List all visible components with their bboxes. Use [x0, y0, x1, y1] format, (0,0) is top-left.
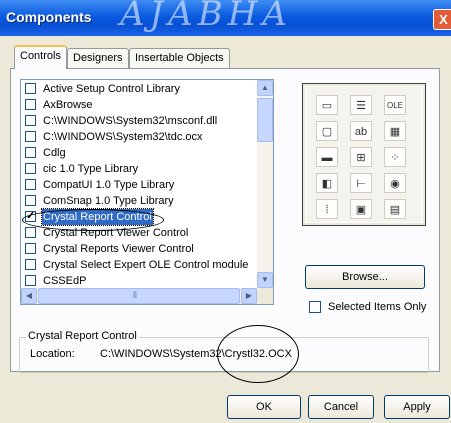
- control-icon-14: ▣: [350, 199, 372, 219]
- watermark-text: AJABHA: [120, 0, 292, 34]
- details-group-title: Crystal Report Control: [26, 330, 139, 342]
- list-item[interactable]: CSSEdP: [21, 273, 257, 289]
- scrollbar-corner: [257, 288, 273, 304]
- checkbox[interactable]: [25, 179, 36, 190]
- control-icon-1: ▭: [316, 95, 338, 115]
- tab-controls[interactable]: Controls: [14, 45, 67, 69]
- components-dialog: AJABHA Components X Controls Designers I…: [0, 0, 451, 423]
- checkbox[interactable]: [25, 99, 36, 110]
- list-item[interactable]: Crystal Reports Viewer Control: [21, 241, 257, 257]
- list-item-label: CompatUI 1.0 Type Library: [43, 179, 175, 191]
- horizontal-scrollbar-thumb[interactable]: ⦀: [38, 288, 240, 304]
- checkbox-box[interactable]: [309, 301, 321, 313]
- list-item[interactable]: AxBrowse: [21, 97, 257, 113]
- list-item-label: Crystal Select Expert OLE Control module: [43, 259, 249, 271]
- checked-checkbox[interactable]: [25, 208, 36, 224]
- scroll-left-button[interactable]: ◀: [21, 288, 37, 304]
- list-item[interactable]: ComSnap 1.0 Type Library: [21, 193, 257, 209]
- checkbox[interactable]: [25, 131, 36, 142]
- control-icon-11: ⊢: [350, 173, 372, 193]
- selected-items-only-label: Selected Items Only: [328, 301, 427, 313]
- grid-icon: ⁘: [384, 147, 406, 167]
- list-item-label: C:\WINDOWS\System32\msconf.dll: [43, 115, 218, 127]
- list-item-label: CSSEdP: [43, 275, 87, 287]
- checkbox[interactable]: [25, 147, 36, 158]
- checkbox[interactable]: [25, 275, 36, 286]
- control-toolbox-preview: ▭ ☰ OLE ▢ ab ▦ ▬ ⊞ ⁘ ◧ ⊢ ◉ ⁞ ▣ ▤: [305, 86, 423, 223]
- checkbox[interactable]: [25, 243, 36, 254]
- tab-designers[interactable]: Designers: [67, 48, 129, 68]
- list-item-label: Crystal Report Control: [41, 208, 154, 226]
- list-item-label: Crystal Report Viewer Control: [43, 227, 189, 239]
- list-item-label: AxBrowse: [43, 99, 93, 111]
- location-label: Location:: [30, 348, 75, 360]
- control-icon-2: ☰: [350, 95, 372, 115]
- list-item-label: Cdlg: [43, 147, 66, 159]
- list-item[interactable]: Crystal Select Expert OLE Control module: [21, 257, 257, 273]
- title-bar[interactable]: AJABHA Components X: [0, 0, 451, 36]
- control-icon-4: ▢: [316, 121, 338, 141]
- scroll-up-button[interactable]: ▲: [257, 80, 273, 96]
- horizontal-scrollbar[interactable]: ◀ ⦀ ▶: [21, 288, 257, 304]
- location-value: C:\WINDOWS\System32\Crystl32.OCX: [100, 348, 292, 360]
- list-item-label: cic 1.0 Type Library: [43, 163, 139, 175]
- checkbox[interactable]: [25, 227, 36, 238]
- checkbox[interactable]: [25, 163, 36, 174]
- control-icon-15: ▤: [384, 199, 406, 219]
- list-item[interactable]: C:\WINDOWS\System32\tdc.ocx: [21, 129, 257, 145]
- list-item[interactable]: Active Setup Control Library: [21, 81, 257, 97]
- control-icon-13: ⁞: [316, 199, 338, 219]
- components-list[interactable]: Active Setup Control Library AxBrowse C:\W…: [20, 79, 274, 305]
- list-item[interactable]: C:\WINDOWS\System32\msconf.dll: [21, 113, 257, 129]
- cancel-button[interactable]: Cancel: [308, 395, 374, 419]
- control-icon-7: ▬: [316, 147, 338, 167]
- list-item[interactable]: cic 1.0 Type Library: [21, 161, 257, 177]
- scroll-right-button[interactable]: ▶: [241, 288, 257, 304]
- list-item-label: Crystal Reports Viewer Control: [43, 243, 194, 255]
- tab-insertable-objects[interactable]: Insertable Objects: [129, 48, 230, 68]
- list-item[interactable]: Cdlg: [21, 145, 257, 161]
- list-item[interactable]: CompatUI 1.0 Type Library: [21, 177, 257, 193]
- list-item-label: ComSnap 1.0 Type Library: [43, 195, 174, 207]
- checkbox[interactable]: [25, 195, 36, 206]
- list-item-label: Active Setup Control Library: [43, 83, 180, 95]
- list-item-label: C:\WINDOWS\System32\tdc.ocx: [43, 131, 203, 143]
- ole-icon: OLE: [384, 95, 406, 115]
- control-preview-panel: ▭ ☰ OLE ▢ ab ▦ ▬ ⊞ ⁘ ◧ ⊢ ◉ ⁞ ▣ ▤: [302, 83, 426, 226]
- ok-button[interactable]: OK: [227, 395, 301, 419]
- apply-button[interactable]: Apply: [384, 395, 450, 419]
- control-icon-12: ◉: [384, 173, 406, 193]
- list-item[interactable]: Crystal Report Control: [21, 208, 257, 226]
- scroll-down-button[interactable]: ▼: [257, 272, 273, 288]
- window-title: Components: [6, 9, 92, 25]
- checkbox[interactable]: [25, 83, 36, 94]
- vertical-scrollbar[interactable]: ▲ ▼: [257, 80, 273, 288]
- close-button[interactable]: X: [433, 9, 451, 30]
- control-icon-10: ◧: [316, 173, 338, 193]
- checkbox[interactable]: [25, 259, 36, 270]
- browse-button[interactable]: Browse...: [305, 265, 425, 289]
- control-icon-6: ▦: [384, 121, 406, 141]
- list-item[interactable]: Crystal Report Viewer Control: [21, 225, 257, 241]
- scroll-grip-icon: ⦀: [133, 290, 137, 300]
- checkbox[interactable]: [25, 115, 36, 126]
- control-icon-5: ab: [350, 121, 372, 141]
- tree-icon: ⊞: [350, 147, 372, 167]
- scrollbar-thumb[interactable]: [257, 98, 273, 142]
